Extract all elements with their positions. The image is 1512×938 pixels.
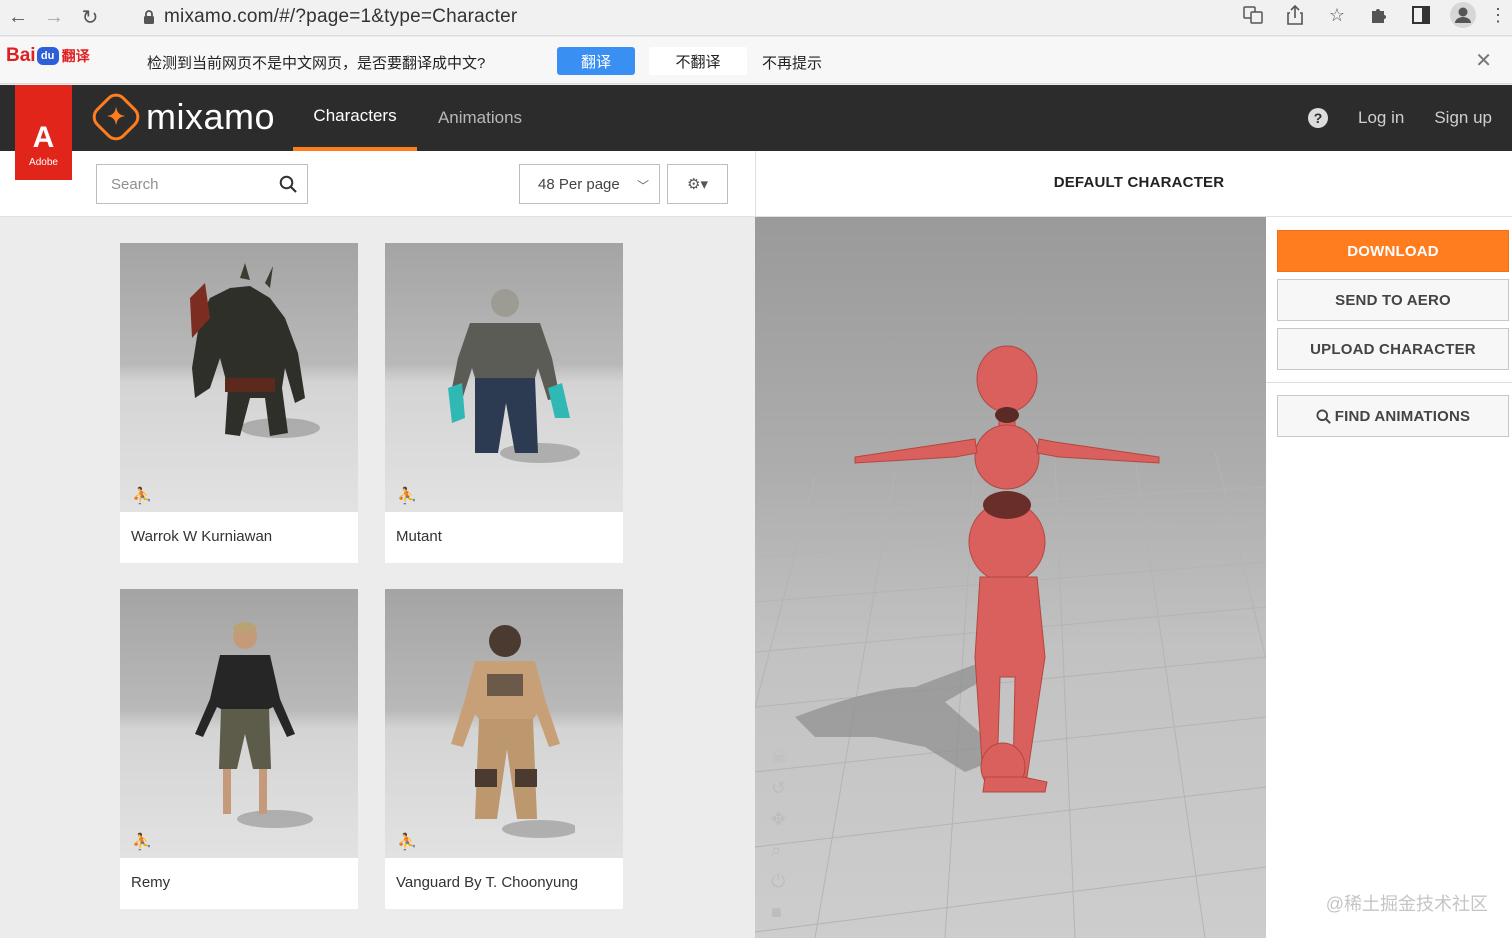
per-page-value: 48 Per page xyxy=(538,175,620,193)
search-field[interactable] xyxy=(96,164,308,204)
character-thumbnail: ⛹ xyxy=(385,589,623,858)
pan-icon[interactable]: ✥ xyxy=(771,809,787,830)
people-icon: ⛹ xyxy=(132,488,152,505)
mixamo-runner-icon: ✦ xyxy=(87,88,145,146)
character-browser: 48 Per page ﹀ ⚙▾ ⛹ Warrok W Kurniawan xyxy=(0,151,755,938)
find-animations-button[interactable]: FIND ANIMATIONS xyxy=(1277,395,1509,437)
translate-message: 检测到当前网页不是中文网页，是否要翻译成中文? xyxy=(147,55,486,72)
baidu-product: 翻译 xyxy=(61,48,90,64)
browser-toolbar-controls: 48 Per page ﹀ ⚙▾ xyxy=(0,151,755,217)
chevron-down-icon: ﹀ xyxy=(636,179,649,193)
no-translate-button[interactable]: 不翻译 xyxy=(649,47,747,75)
search-input[interactable] xyxy=(111,175,271,193)
baidu-brand: Bai xyxy=(6,45,36,66)
warrok-figure xyxy=(190,263,320,438)
share-icon[interactable] xyxy=(1274,0,1316,30)
watermark: @稀土掘金技术社区 xyxy=(1325,894,1488,914)
upload-character-button[interactable]: UPLOAD CHARACTER xyxy=(1277,328,1509,370)
adobe-mark-icon: A xyxy=(32,121,55,154)
power-icon[interactable]: ⏻ xyxy=(771,871,787,892)
character-card[interactable]: ⛹ Vanguard By T. Choonyung xyxy=(385,589,623,909)
gear-icon: ⚙▾ xyxy=(687,176,708,193)
translate-page-icon[interactable] xyxy=(1232,0,1274,30)
viewer-title: DEFAULT CHARACTER xyxy=(1053,174,1225,191)
people-icon: ⛹ xyxy=(397,488,417,505)
people-icon: ⛹ xyxy=(397,834,417,851)
remy-figure xyxy=(195,622,313,828)
tab-characters[interactable]: Characters xyxy=(293,85,417,151)
signup-link[interactable]: Sign up xyxy=(1434,108,1492,128)
settings-dropdown-button[interactable]: ⚙▾ xyxy=(667,164,728,204)
character-card[interactable]: ⛹ Mutant xyxy=(385,243,623,563)
mixamo-wordmark: mixamo xyxy=(146,96,276,137)
per-page-select[interactable]: 48 Per page ﹀ xyxy=(519,164,660,204)
bookmark-star-icon[interactable]: ☆ xyxy=(1316,0,1358,30)
action-panel: DOWNLOAD SEND TO AERO UPLOAD CHARACTER F… xyxy=(1266,217,1512,938)
side-panel-icon[interactable] xyxy=(1400,0,1442,30)
zoom-icon[interactable]: ⌕ xyxy=(771,840,787,861)
character-name: Vanguard By T. Choonyung xyxy=(396,874,579,891)
login-link[interactable]: Log in xyxy=(1358,108,1404,128)
reload-icon[interactable]: ↻ xyxy=(72,4,108,32)
adobe-logo[interactable]: A Adobe xyxy=(15,85,72,180)
address-bar[interactable]: mixamo.com/#/?page=1&type=Character xyxy=(134,2,1334,32)
forward-icon[interactable]: → xyxy=(36,4,72,32)
character-thumbnail: ⛹ xyxy=(120,589,358,858)
divider xyxy=(1266,382,1512,383)
rotate-icon[interactable]: ↺ xyxy=(771,778,787,799)
viewer-tools: ☠ ↺ ✥ ⌕ ⏻ ■ xyxy=(771,747,787,923)
default-character-figure xyxy=(854,345,1160,793)
character-thumbnail: ⛹ xyxy=(385,243,623,512)
tab-animations[interactable]: Animations xyxy=(420,85,540,151)
character-card[interactable]: ⛹ Warrok W Kurniawan xyxy=(120,243,358,563)
url-text[interactable]: mixamo.com/#/?page=1&type=Character xyxy=(164,6,517,28)
profile-avatar-icon[interactable] xyxy=(1442,0,1484,30)
translate-banner: Bai du 翻译 检测到当前网页不是中文网页，是否要翻译成中文? 翻译 不翻译 不… xyxy=(0,37,1512,84)
never-prompt-button[interactable]: 不再提示 xyxy=(762,52,822,73)
character-name: Warrok W Kurniawan xyxy=(131,528,273,545)
baidu-logo: Bai du 翻译 xyxy=(6,45,90,67)
header-right: ? Log in Sign up xyxy=(1308,85,1492,151)
character-card[interactable]: ⛹ Remy xyxy=(120,589,358,909)
extensions-icon[interactable] xyxy=(1358,0,1400,30)
mixamo-logo[interactable]: ✦ mixamo xyxy=(87,88,276,146)
browser-toolbar: ← → ↻ mixamo.com/#/?page=1&type=Characte… xyxy=(0,0,1512,36)
character-name: Remy xyxy=(131,874,171,891)
people-icon: ⛹ xyxy=(132,834,152,851)
close-icon[interactable]: ✕ xyxy=(1475,48,1492,73)
send-to-aero-button[interactable]: SEND TO AERO xyxy=(1277,279,1509,321)
app-header: A Adobe ✦ mixamo Characters Animations ?… xyxy=(0,85,1512,180)
back-icon[interactable]: ← xyxy=(0,4,36,32)
mutant-figure xyxy=(448,289,580,463)
search-icon xyxy=(1316,408,1331,424)
translate-button[interactable]: 翻译 xyxy=(557,47,635,75)
character-name: Mutant xyxy=(396,528,442,545)
lock-icon xyxy=(134,9,164,25)
download-button[interactable]: DOWNLOAD xyxy=(1277,230,1509,272)
search-icon[interactable] xyxy=(279,175,297,193)
browser-actions: ☆ ⋮ xyxy=(1232,0,1512,30)
character-viewport[interactable]: ☠ ↺ ✥ ⌕ ⏻ ■ xyxy=(755,217,1266,938)
camera-icon[interactable]: ■ xyxy=(771,902,787,923)
menu-dots-icon[interactable]: ⋮ xyxy=(1484,0,1512,30)
adobe-label: Adobe xyxy=(29,157,58,168)
character-thumbnail: ⛹ xyxy=(120,243,358,512)
find-animations-label: FIND ANIMATIONS xyxy=(1334,407,1471,425)
help-icon[interactable]: ? xyxy=(1308,108,1328,128)
skeleton-icon[interactable]: ☠ xyxy=(771,747,787,768)
vanguard-figure xyxy=(451,625,575,838)
viewer-header: DEFAULT CHARACTER xyxy=(755,151,1512,217)
baidu-paw-icon: du xyxy=(36,47,59,65)
